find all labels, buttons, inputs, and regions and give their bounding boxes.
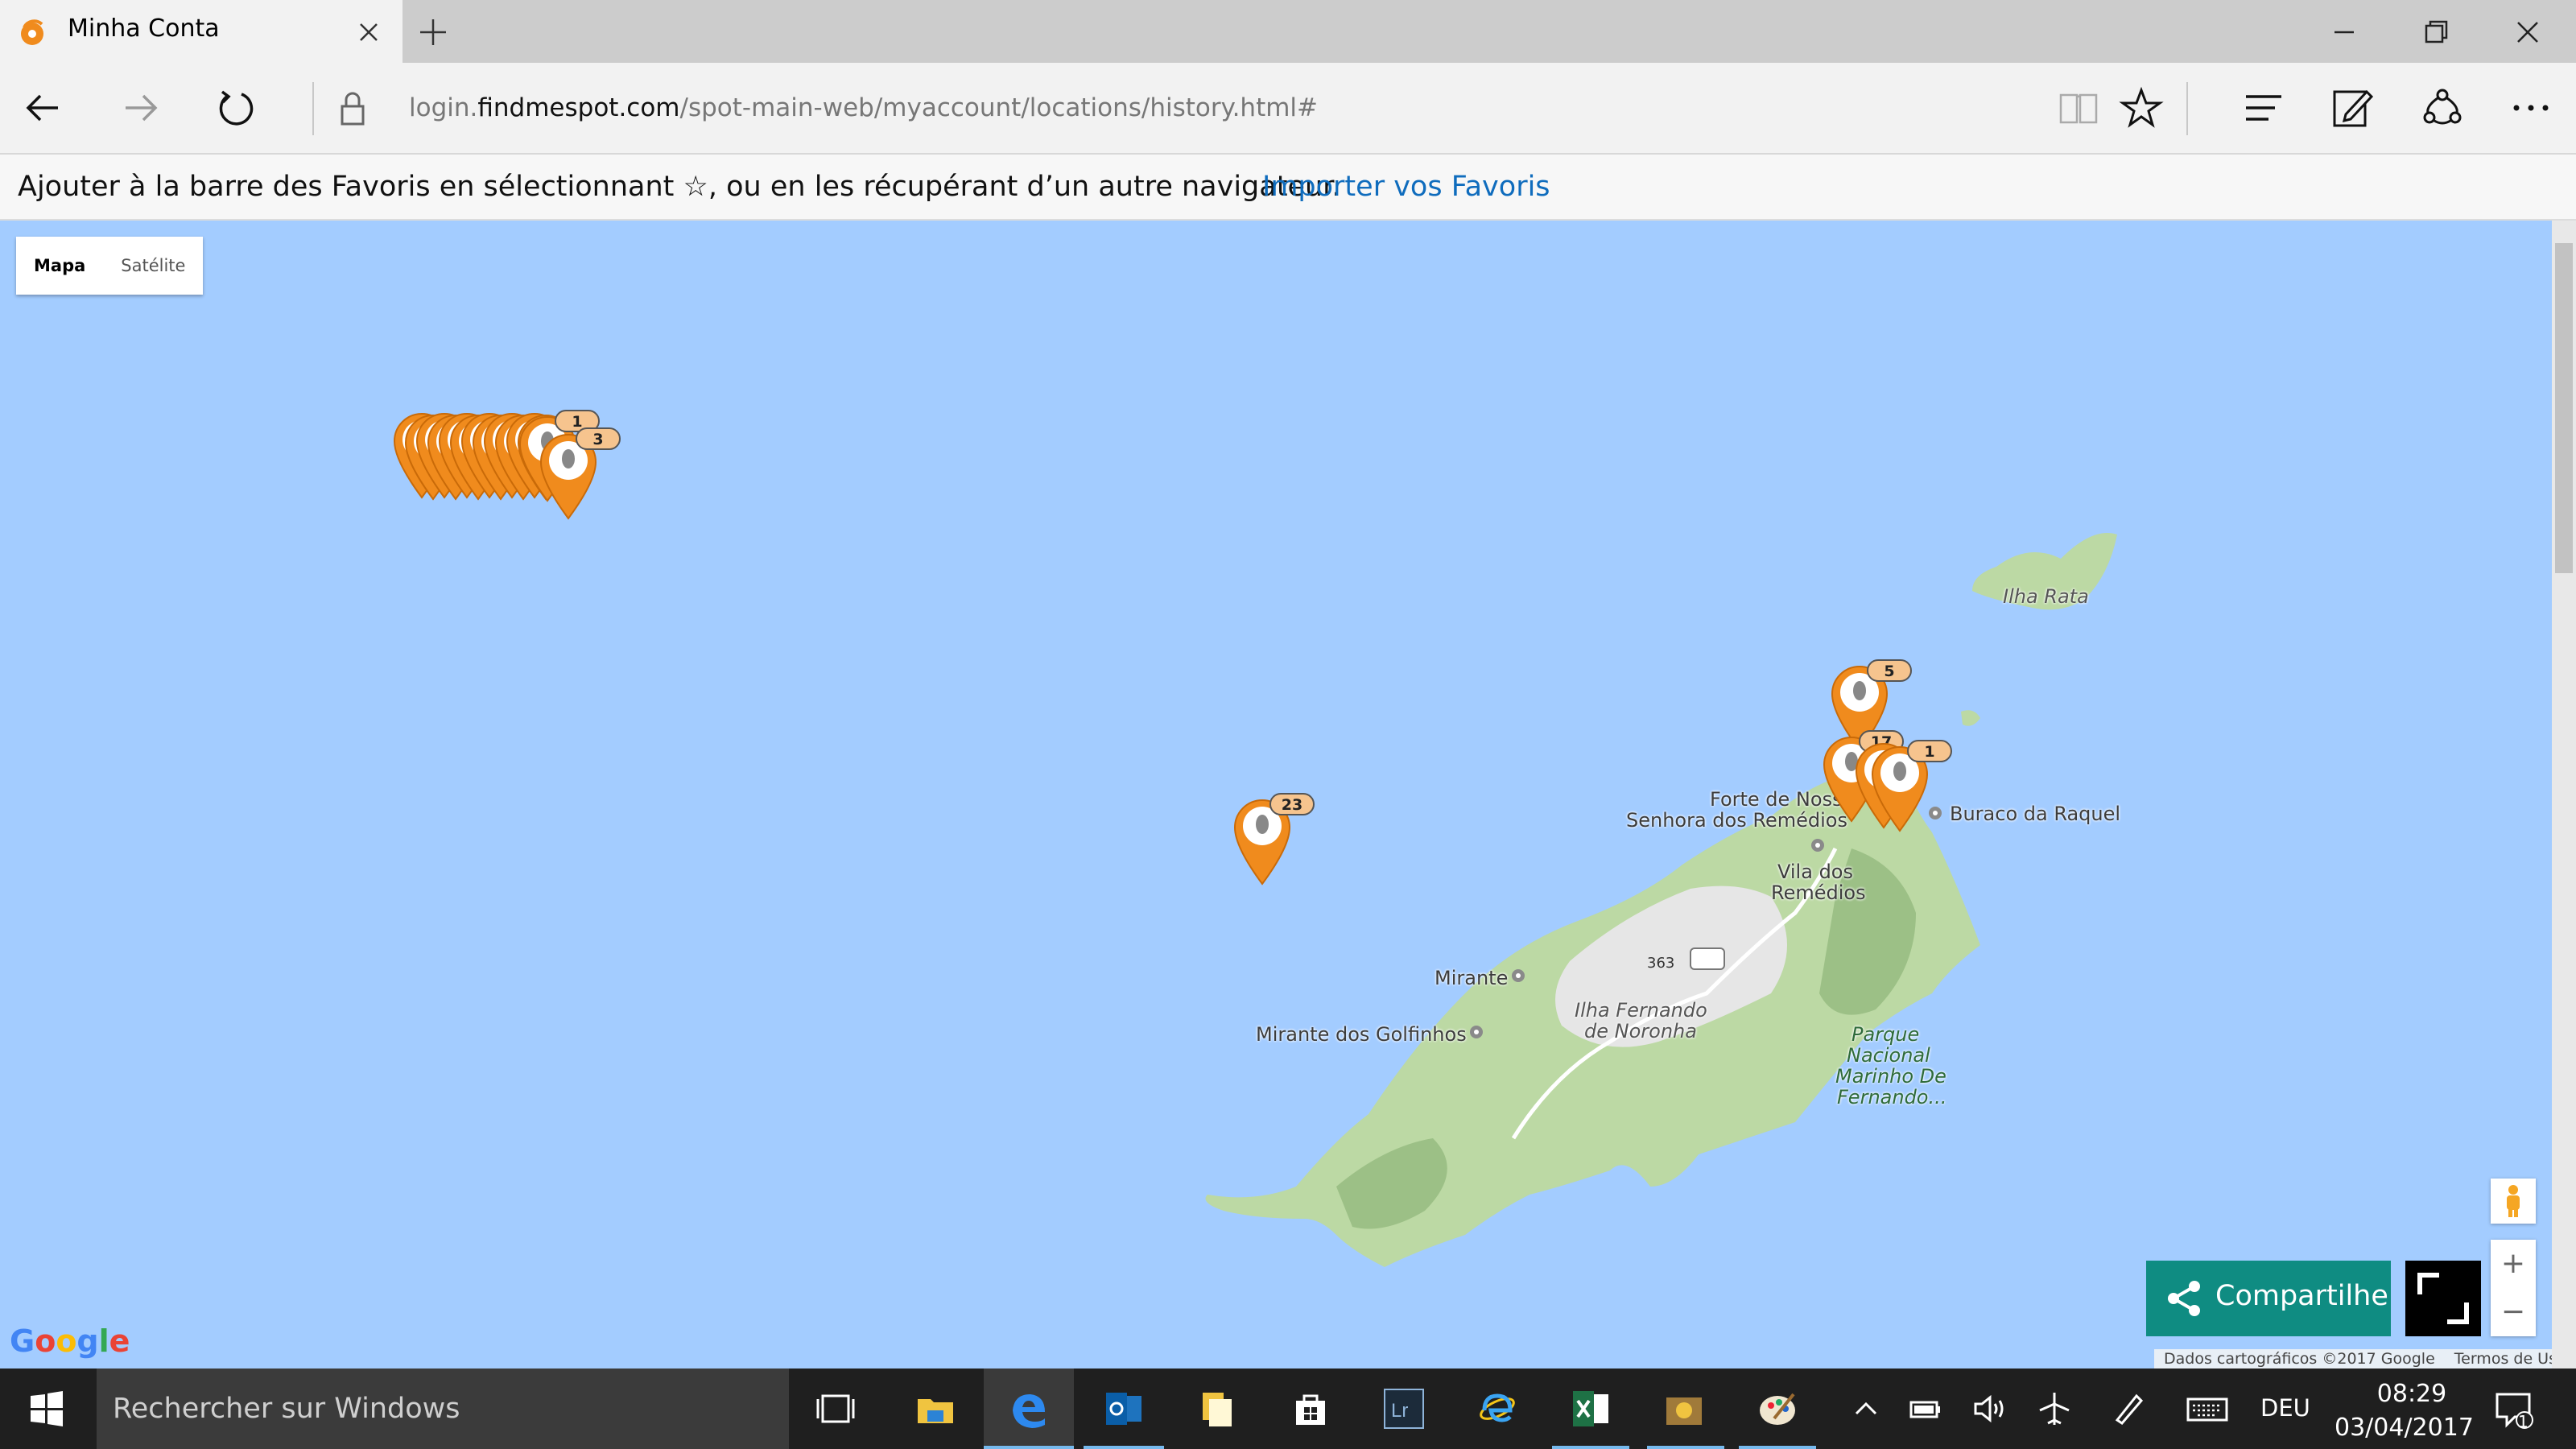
task-view-icon[interactable] <box>813 1386 858 1431</box>
windows-search-box[interactable]: Rechercher sur Windows <box>97 1368 789 1449</box>
outlook-icon[interactable] <box>1101 1386 1146 1431</box>
url-domain: findmespot.com <box>477 93 680 122</box>
import-favorites-link[interactable]: Importer vos Favoris <box>1262 171 1550 203</box>
touch-keyboard-icon[interactable] <box>2185 1386 2230 1431</box>
battery-icon[interactable] <box>1903 1386 1948 1431</box>
running-app-underline <box>1552 1446 1629 1449</box>
map-canvas[interactable]: Mapa Satélite 363 Ilha Rata Forte de Nos… <box>0 221 2576 1368</box>
attribution-text: Dados cartográficos ©2017 Google <box>2164 1350 2435 1368</box>
marker-count-label: 3 <box>592 431 603 448</box>
clock-time[interactable]: 08:29 <box>2363 1380 2460 1408</box>
zoom-in-button[interactable]: + <box>2491 1240 2536 1288</box>
input-language[interactable]: DEU <box>2260 1394 2310 1422</box>
terms-link[interactable]: Termos de Uso <box>2454 1350 2566 1368</box>
fullscreen-button[interactable] <box>2405 1261 2481 1336</box>
pen-ink-icon[interactable] <box>2104 1386 2149 1431</box>
share-icon[interactable] <box>2418 84 2467 132</box>
photo-app-icon[interactable] <box>1662 1386 1707 1431</box>
refresh-icon[interactable] <box>213 84 261 132</box>
marker-count-label: 23 <box>1282 796 1302 814</box>
address-bar: login.findmespot.com/spot-main-web/myacc… <box>0 63 2576 155</box>
scrollbar-thumb[interactable] <box>2555 243 2573 573</box>
share-button-label: Compartilhe <box>2215 1280 2388 1312</box>
excel-icon[interactable] <box>1568 1386 1613 1431</box>
marker-count-label: 1 <box>572 413 582 431</box>
internet-explorer-icon[interactable] <box>1475 1386 1520 1431</box>
url-prefix: login. <box>409 93 478 122</box>
browser-tab[interactable]: Minha Conta <box>0 0 402 63</box>
favorites-hint-bar: Ajouter à la barre des Favoris en sélect… <box>0 155 2576 221</box>
edge-icon[interactable] <box>1006 1386 1051 1431</box>
search-placeholder: Rechercher sur Windows <box>113 1393 460 1425</box>
share-button[interactable]: Compartilhe <box>2146 1261 2391 1336</box>
street-view-pegman[interactable] <box>2491 1179 2536 1224</box>
url-path: /spot-main-web/myaccount/locations/histo… <box>679 93 1319 122</box>
documents-icon[interactable] <box>1195 1386 1240 1431</box>
back-icon[interactable] <box>19 84 68 132</box>
windows-start-icon[interactable] <box>24 1386 69 1431</box>
windows-taskbar: Rechercher sur Windows Lr DEU 08:29 03/0… <box>0 1368 2576 1449</box>
favorite-star-icon[interactable] <box>2117 84 2165 132</box>
spot-favicon-icon <box>21 19 43 45</box>
store-icon[interactable] <box>1288 1386 1333 1431</box>
marker-count-label: 1 <box>1924 743 1934 761</box>
divider <box>312 82 314 135</box>
divider <box>2186 82 2188 135</box>
airplane-mode-icon[interactable] <box>2032 1386 2077 1431</box>
tab-title: Minha Conta <box>68 14 220 43</box>
pegman-icon <box>2507 1185 2520 1217</box>
location-marker[interactable]: 3 <box>539 427 621 520</box>
active-app-underline <box>984 1446 1074 1449</box>
favorites-hint-text: Ajouter à la barre des Favoris en sélect… <box>18 171 1341 203</box>
show-hidden-icons-chevron-icon[interactable] <box>1843 1386 1889 1431</box>
location-markers: 13235171 <box>393 410 1952 886</box>
action-center-icon[interactable] <box>2491 1386 2536 1431</box>
clock-date[interactable]: 03/04/2017 <box>2334 1414 2474 1442</box>
forward-icon[interactable] <box>116 84 164 132</box>
notification-count: 1 <box>2518 1412 2529 1431</box>
svg-text:Lr: Lr <box>1391 1400 1408 1422</box>
minimize-icon[interactable] <box>2326 14 2362 50</box>
fullscreen-icon <box>2417 1273 2469 1324</box>
running-app-underline <box>1739 1446 1816 1449</box>
lock-icon <box>341 92 365 126</box>
paint-icon[interactable] <box>1755 1386 1800 1431</box>
location-marker[interactable]: 23 <box>1233 793 1315 886</box>
running-app-underline <box>1647 1446 1724 1449</box>
more-icon[interactable] <box>2507 84 2555 132</box>
restore-icon[interactable] <box>2418 14 2454 50</box>
google-logo: Google <box>10 1323 130 1359</box>
file-explorer-icon[interactable] <box>913 1386 958 1431</box>
page-scrollbar[interactable] <box>2552 221 2576 1368</box>
close-window-icon[interactable] <box>2510 14 2545 50</box>
new-tab-icon[interactable] <box>415 14 451 50</box>
lightroom-icon[interactable]: Lr <box>1381 1386 1426 1431</box>
hub-icon[interactable] <box>2240 84 2288 132</box>
share-icon <box>2168 1281 2200 1316</box>
map-attribution: Dados cartográficos ©2017 Google Termos d… <box>2154 1349 2576 1368</box>
close-tab-icon[interactable] <box>353 16 385 48</box>
zoom-control: + − <box>2491 1240 2536 1336</box>
zoom-out-button[interactable]: − <box>2491 1288 2536 1336</box>
running-app-underline <box>1084 1446 1164 1449</box>
volume-icon[interactable] <box>1967 1386 2013 1431</box>
marker-count-label: 5 <box>1884 663 1894 680</box>
web-note-icon[interactable] <box>2328 84 2376 132</box>
reading-view-icon[interactable] <box>2054 84 2103 132</box>
url-field[interactable]: login.findmespot.com/spot-main-web/myacc… <box>409 93 1318 122</box>
title-bar: Minha Conta <box>0 0 2576 63</box>
